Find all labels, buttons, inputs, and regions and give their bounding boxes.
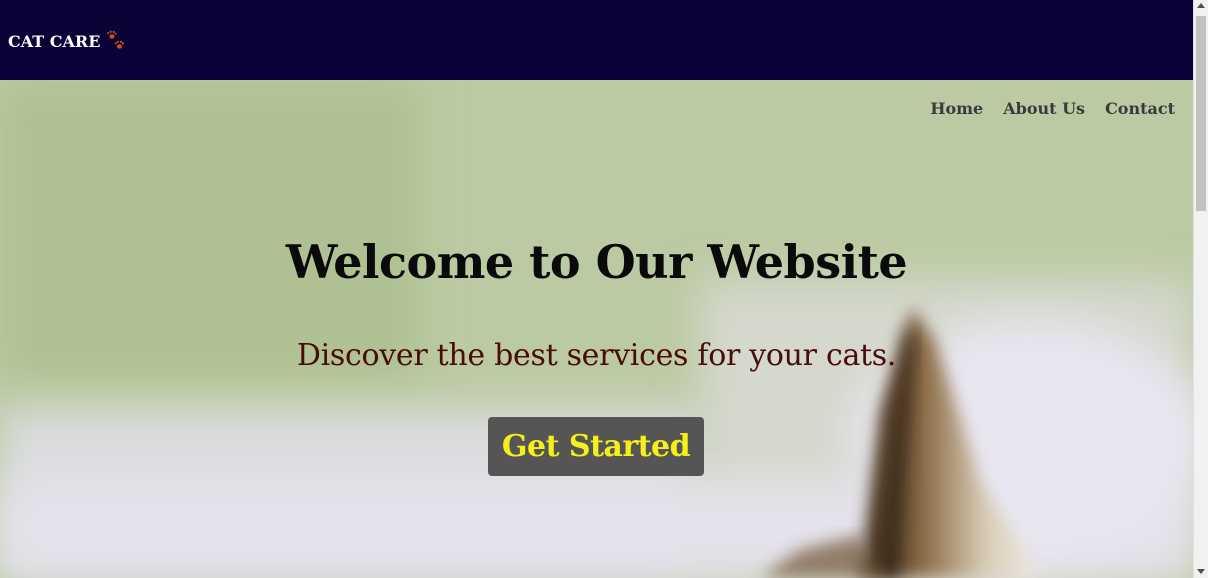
hero-section: Home About Us Contact Welcome to Our Web…: [0, 80, 1193, 578]
main-nav: Home About Us Contact: [930, 99, 1175, 118]
scrollbar-thumb[interactable]: [1196, 16, 1206, 211]
hero-subtitle: Discover the best services for your cats…: [296, 338, 897, 373]
hero-title: Welcome to Our Website: [285, 235, 908, 289]
site-header: CAT CARE: [0, 0, 1193, 80]
get-started-button[interactable]: Get Started: [488, 417, 704, 476]
vertical-scrollbar[interactable]: [1193, 0, 1208, 578]
paw-prints-icon: [107, 30, 125, 49]
nav-about-us-link[interactable]: About Us: [1003, 99, 1085, 118]
scroll-down-arrow-icon[interactable]: [1197, 569, 1205, 574]
nav-contact-link[interactable]: Contact: [1105, 99, 1175, 118]
logo[interactable]: CAT CARE: [8, 30, 126, 52]
hero-background-image: [0, 80, 1193, 578]
page: CAT CARE Home About Us Contact Welcome t…: [0, 0, 1208, 578]
nav-home-link[interactable]: Home: [930, 99, 983, 118]
scroll-up-arrow-icon[interactable]: [1197, 3, 1205, 8]
logo-text: CAT CARE: [8, 31, 101, 51]
